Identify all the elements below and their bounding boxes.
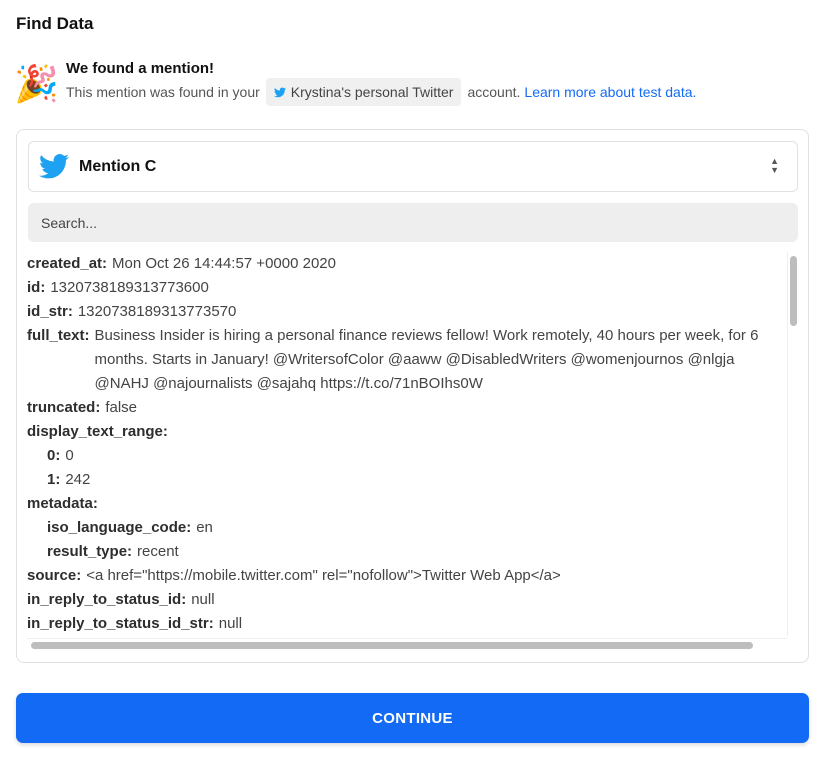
notice-text: This mention was found in your Krystina'… (66, 78, 696, 106)
vertical-scrollbar[interactable] (787, 252, 799, 636)
field-value: false (105, 399, 138, 416)
field-row: id: 1320738189313773600 (27, 276, 787, 300)
field-key: metadata: (27, 495, 98, 512)
field-row: in_reply_to_status_id_str: null (27, 612, 787, 636)
field-row: display_text_range: (27, 420, 787, 444)
field-value: Business Insider is hiring a personal fi… (94, 327, 759, 392)
field-key: id: (27, 279, 46, 296)
field-key: full_text: (27, 327, 90, 344)
selected-mention: Mention C (79, 157, 157, 175)
field-value: null (218, 615, 243, 632)
field-row: in_reply_to_status_id: null (27, 588, 787, 612)
horizontal-scrollbar[interactable] (27, 638, 787, 650)
field-key: display_text_range: (27, 423, 168, 440)
mention-select[interactable]: Mention C ▲ ▼ (28, 141, 798, 192)
field-row: id_str: 1320738189313773570 (27, 300, 787, 324)
continue-button[interactable]: CONTINUE (16, 693, 809, 743)
account-chip: Krystina's personal Twitter (265, 78, 462, 106)
twitter-icon (273, 86, 286, 97)
horizontal-scroll-thumb[interactable] (31, 642, 753, 649)
vertical-scroll-thumb[interactable] (790, 256, 797, 326)
data-panel: Mention C ▲▼ created_at:Mon Oct 26 14:44… (16, 129, 809, 663)
field-row: source: <a href="https://mobile.twitter.c… (27, 564, 787, 588)
field-value: en (196, 519, 213, 536)
field-key: 1: (47, 471, 61, 488)
field-row: full_text: Business Insider is hiring a p… (27, 324, 787, 396)
field-value: Mon Oct 26 14:44:57 +0000 2020 (112, 255, 336, 272)
field-key: result_type: (47, 543, 133, 560)
twitter-icon (39, 154, 69, 179)
field-value: 1320738189313773570 (77, 303, 237, 320)
field-key: 0: (47, 447, 61, 464)
page-title: Find Data (16, 14, 94, 33)
field-row: created_at: Mon Oct 26 14:44:57 +0000 202… (27, 252, 787, 276)
field-value: null (191, 591, 215, 608)
field-row: metadata: (27, 492, 787, 516)
notice-text-after: account. (467, 84, 521, 100)
sort-arrows-icon: ▲ ▼ (770, 156, 779, 175)
party-popper-icon: 🎉 (14, 63, 59, 104)
field-row: iso_language_code: en (27, 516, 787, 540)
field-list: created_at: Mon Oct 26 14:44:57 +0000 202… (27, 252, 787, 636)
account-name: Krystina's personal Twitter (290, 84, 454, 100)
learn-more-link[interactable]: Learn more about test data. (524, 84, 696, 100)
field-row: result_type: recent (27, 540, 787, 564)
field-value: 1320738189313773600 (50, 279, 209, 296)
field-key: in_reply_to_status_id_str: (27, 615, 214, 632)
field-row: 1: 242 (27, 468, 787, 492)
field-key: id_str: (27, 303, 73, 320)
field-key: truncated: (27, 399, 101, 416)
search-input[interactable] (28, 203, 798, 242)
field-value: <a href="https://mobile.twitter.com" rel… (86, 567, 561, 584)
field-row: truncated: false (27, 396, 787, 420)
field-value: recent (137, 543, 179, 560)
notice-heading: We found a mention! (66, 60, 215, 77)
notice-text-before: This mention was found in your (66, 84, 260, 100)
field-key: source: (27, 567, 82, 584)
field-row: 0: 0 (27, 444, 787, 468)
field-key: created_at: (27, 255, 108, 272)
field-value: 242 (65, 471, 91, 488)
field-key: in_reply_to_status_id: (27, 591, 187, 608)
field-key: iso_language_code: (47, 519, 192, 536)
field-value: 0 (65, 447, 74, 464)
